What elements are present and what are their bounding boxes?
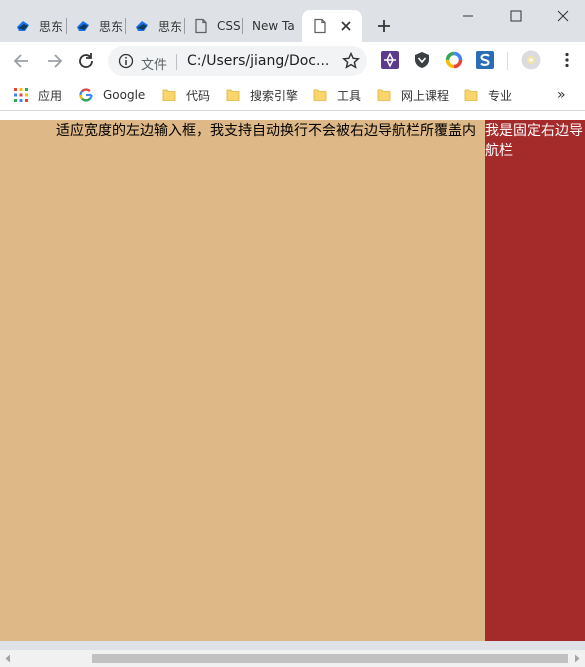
bookmark-star-icon[interactable] [341,51,361,71]
plus-icon [378,20,390,32]
xmind-icon [77,21,89,31]
bookmark-folder-search[interactable]: 搜索引擎 [226,85,298,105]
browser-toolbar: 文件 C:/Users/jiang/Doc... [0,42,585,79]
extension-spider-icon[interactable] [381,51,399,69]
new-tab-button[interactable] [374,16,394,36]
xmind-icon [136,21,148,31]
toolbar-divider [507,52,508,70]
tab-5[interactable]: New Ta [243,10,300,42]
bookmark-label: Google [103,88,146,102]
folder-icon [226,89,240,101]
tab-active[interactable] [302,10,362,42]
bookmarks-overflow-button[interactable]: » [557,85,566,105]
folder-icon [464,89,478,101]
tab-title: 思东 [39,19,64,34]
tab-4[interactable]: CSS [185,10,243,42]
tab-1[interactable]: 思东 [0,10,67,42]
extension-ring-icon[interactable] [445,51,463,69]
bookmark-folder-code[interactable]: 代码 [162,85,210,105]
apps-grid-icon [14,88,28,102]
right-fixed-nav: 我是固定右边导航栏 [485,120,585,641]
address-scheme-label: 文件 [141,58,168,73]
reload-icon[interactable] [75,50,97,72]
left-content-box: 适应宽度的左边输入框，我支持自动换行不会被右边导航栏所覆盖内 [0,120,485,641]
close-icon[interactable] [340,20,352,32]
extension-shield-icon[interactable] [413,51,431,69]
bookmark-label: 应用 [38,88,63,103]
scrollbar-thumb[interactable] [92,654,568,663]
bookmark-label: 工具 [337,88,362,103]
page-icon [314,18,326,34]
tab-title: CSS [217,19,241,33]
minimize-icon[interactable] [458,6,478,26]
horizontal-scrollbar[interactable] [0,650,585,667]
bookmark-label: 专业 [488,88,513,103]
menu-kebab-icon[interactable] [558,51,576,69]
tab-title: New Ta [252,19,295,33]
tab-3[interactable]: 思东 [126,10,185,42]
tab-strip: 思东 思东 思东 CSS New Ta [0,0,585,42]
page-viewport: 适应宽度的左边输入框，我支持自动换行不会被右边导航栏所覆盖内 我是固定右边导航栏 [0,111,585,641]
window-close-icon[interactable] [553,6,573,26]
tab-2[interactable]: 思东 [67,10,126,42]
folder-icon [162,89,176,101]
extension-s-icon[interactable] [476,51,494,69]
bookmark-label: 网上课程 [401,88,450,103]
bookmark-label: 代码 [186,88,211,103]
bookmark-folder-courses[interactable]: 网上课程 [377,85,449,105]
xmind-icon [17,21,29,31]
folder-icon [313,89,327,101]
back-icon[interactable] [11,50,33,72]
folder-icon [377,89,391,101]
right-nav-text: 我是固定右边导航栏 [485,123,583,159]
left-content-text: 适应宽度的左边输入框，我支持自动换行不会被右边导航栏所覆盖内 [56,123,476,139]
scroll-left-arrow-icon[interactable] [4,654,12,663]
bookmark-folder-tools[interactable]: 工具 [313,85,361,105]
page-icon [195,18,207,34]
bookmark-label: 搜索引擎 [250,88,299,103]
address-bar[interactable]: 文件 C:/Users/jiang/Doc... [108,46,367,76]
address-url[interactable]: C:/Users/jiang/Doc... [187,53,333,69]
forward-icon[interactable] [43,50,65,72]
maximize-icon[interactable] [506,6,526,26]
bookmark-apps[interactable]: 应用 [14,85,62,105]
profile-avatar-icon[interactable] [521,50,541,70]
bookmark-folder-major[interactable]: 专业 [464,85,512,105]
address-divider [176,54,177,70]
google-icon [79,88,93,102]
bookmark-google[interactable]: Google [79,85,145,105]
info-icon[interactable] [118,53,134,69]
bookmarks-bar: 应用 Google 代码 搜索引擎 工具 网上课程 专业 » [0,79,585,111]
tab-title: 思东 [158,19,183,34]
tab-title: 思东 [99,19,124,34]
scroll-right-arrow-icon[interactable] [573,654,581,663]
